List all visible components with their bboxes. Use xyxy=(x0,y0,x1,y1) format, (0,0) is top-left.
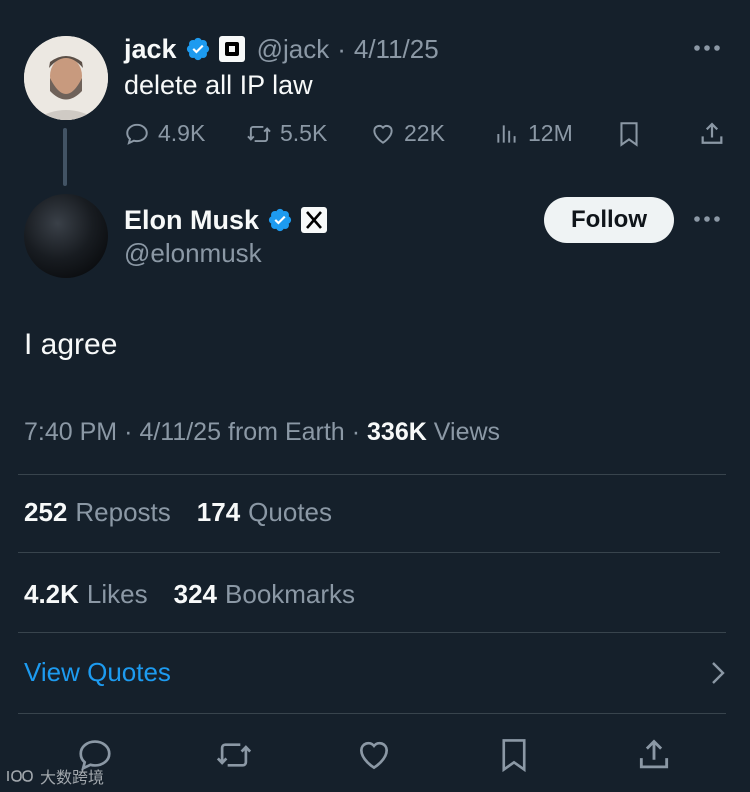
jack-tweet-text: delete all IP law xyxy=(124,70,313,100)
watermark-text: 大数跨境 xyxy=(40,770,105,787)
main-tweet-text: I agree xyxy=(24,328,118,361)
views-count: 12M xyxy=(528,120,573,146)
follow-button[interactable]: Follow xyxy=(544,197,674,243)
reply-icon xyxy=(126,123,148,145)
analytics-icon xyxy=(497,124,516,143)
tweet-time[interactable]: 7:40 PM xyxy=(24,418,117,447)
like-count: 22K xyxy=(404,120,445,146)
tweet-meta: 7:40 PM · 4/11/25 from Earth · 336K View… xyxy=(24,418,500,447)
elon-name[interactable]: Elon Musk xyxy=(124,205,259,236)
likes-label[interactable]: Likes xyxy=(87,579,148,610)
chevron-right-icon xyxy=(712,661,725,684)
divider xyxy=(18,713,726,714)
tweet-location: from Earth xyxy=(228,418,345,446)
likes-bookmarks-row: 4.2K Likes 324 Bookmarks xyxy=(24,579,355,610)
watermark: 大数跨境 xyxy=(6,764,104,788)
repost-count: 5.5K xyxy=(280,120,328,146)
jack-header: jack @jack · 4/11/25 xyxy=(124,31,439,67)
tweet-date[interactable]: 4/11/25 xyxy=(139,418,221,447)
jack-avatar[interactable] xyxy=(24,36,108,120)
bottom-like-icon[interactable] xyxy=(355,736,393,779)
block-affiliation-icon xyxy=(218,36,245,62)
divider xyxy=(18,552,720,553)
views-count: 336K xyxy=(367,418,427,446)
meta-separator: · xyxy=(124,418,133,446)
likes-count[interactable]: 4.2K xyxy=(24,579,79,610)
bookmark-icon[interactable] xyxy=(616,120,642,148)
meta-separator-2: · xyxy=(351,418,361,446)
reposts-quotes-row: 252 Reposts 174 Quotes xyxy=(24,497,332,528)
reply-count: 4.9K xyxy=(158,120,206,146)
elon-handle[interactable]: @elonmusk xyxy=(124,238,262,269)
elon-name-row: Elon Musk xyxy=(124,202,328,238)
divider xyxy=(18,632,726,633)
jack-more-icon[interactable] xyxy=(692,38,726,58)
bottom-repost-icon[interactable] xyxy=(215,736,253,779)
verified-badge-icon xyxy=(186,37,209,61)
elon-avatar[interactable] xyxy=(24,194,108,278)
jack-date[interactable]: 4/11/25 xyxy=(354,34,439,65)
views-action[interactable]: 12M xyxy=(494,120,573,147)
jack-name[interactable]: jack xyxy=(124,34,177,65)
reposts-count[interactable]: 252 xyxy=(24,497,67,528)
heart-icon xyxy=(373,124,393,144)
jack-date-separator: · xyxy=(337,33,346,64)
elon-avatar-image xyxy=(24,194,108,278)
repost-icon xyxy=(247,125,271,142)
reply-action[interactable]: 4.9K xyxy=(124,120,205,147)
reposts-label[interactable]: Reposts xyxy=(75,497,170,528)
view-quotes-label: View Quotes xyxy=(24,657,171,687)
share-icon[interactable] xyxy=(698,120,726,148)
views-label: Views xyxy=(433,418,501,446)
jack-handle[interactable]: @jack xyxy=(257,34,330,65)
like-action[interactable]: 22K xyxy=(370,120,445,147)
divider xyxy=(18,474,726,475)
follow-button-label: Follow xyxy=(571,206,647,233)
bottom-bookmark-icon[interactable] xyxy=(495,736,533,779)
view-quotes-link[interactable]: View Quotes xyxy=(24,657,726,688)
repost-action[interactable]: 5.5K xyxy=(246,120,327,147)
watermark-logo-icon xyxy=(7,770,33,782)
bookmarks-count[interactable]: 324 xyxy=(174,579,217,610)
bottom-share-icon[interactable] xyxy=(635,736,673,779)
bookmarks-label[interactable]: Bookmarks xyxy=(225,579,355,610)
verified-badge-icon xyxy=(268,208,292,232)
quotes-label[interactable]: Quotes xyxy=(248,497,332,528)
thread-line xyxy=(63,128,67,186)
elon-more-icon[interactable] xyxy=(692,209,726,229)
quotes-count[interactable]: 174 xyxy=(197,497,240,528)
jack-avatar-image xyxy=(24,36,108,120)
x-affiliation-icon xyxy=(301,207,328,233)
